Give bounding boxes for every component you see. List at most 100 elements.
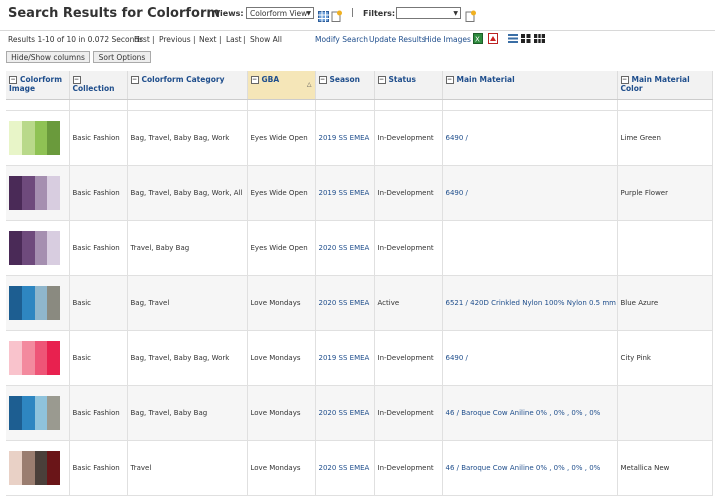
season-value[interactable]: 2019 SS EMEA [319, 354, 370, 362]
color-swatch [34, 176, 48, 210]
column-header-image[interactable]: − Colorform Image [6, 71, 70, 100]
table-row[interactable]: Basic Bag, Travel Love Mondays 2020 SS EMEA… [6, 275, 713, 331]
grid-view-icon[interactable] [318, 7, 329, 26]
column-header-status[interactable]: − Status [374, 71, 443, 100]
status-cell: In-Development [374, 330, 443, 386]
views-select[interactable]: Colorform View ▼ [246, 7, 314, 19]
collapse-icon[interactable]: − [9, 76, 17, 84]
excel-export-icon[interactable]: X [473, 33, 483, 46]
colorform-image-cell [6, 330, 70, 386]
material-value[interactable]: 6521 / 420D Crinkled Nylon 100% Nylon 0.… [446, 299, 617, 307]
table-row[interactable]: Basic Fashion Bag, Travel, Baby Bag, Work… [6, 165, 713, 221]
nav-pipe: | [152, 35, 155, 44]
gba-cell: Eyes Wide Open [247, 220, 316, 276]
material-value[interactable]: 6490 / [446, 134, 468, 142]
gba-cell: Eyes Wide Open [247, 110, 316, 166]
table-row[interactable]: Basic Fashion Travel, Baby Bag Eyes Wide O… [6, 220, 713, 276]
previous-link[interactable]: Previous [159, 35, 191, 44]
show-all-link[interactable]: Show All [250, 35, 282, 44]
color-swatch [21, 341, 35, 375]
column-header-label: Main Material [456, 75, 515, 84]
category-value: Bag, Travel, Baby Bag, Work, All [130, 189, 243, 197]
collapse-icon[interactable]: − [445, 76, 454, 84]
hide-images-link[interactable]: Hide Images [424, 35, 471, 44]
column-header-collection[interactable]: −Collection [69, 71, 128, 100]
grid-layout-icon[interactable] [534, 34, 545, 45]
season-value[interactable]: 2020 SS EMEA [319, 409, 370, 417]
color-swatch [47, 341, 60, 375]
collection-value: Basic Fashion [72, 409, 120, 417]
colorform-image[interactable] [9, 341, 60, 375]
column-header-material[interactable]: − Main Material [442, 71, 618, 100]
chevron-down-icon: ▼ [453, 10, 458, 17]
material-value[interactable]: 6490 / [446, 189, 468, 197]
material-color-value: Blue Azure [620, 299, 659, 307]
pdf-export-icon[interactable] [488, 33, 498, 46]
list-layout-icon[interactable] [508, 34, 518, 45]
column-header-season[interactable]: − Season [315, 71, 375, 100]
colorform-image[interactable] [9, 451, 60, 485]
colorform-image[interactable] [9, 286, 60, 320]
column-header-label: Status [388, 75, 416, 84]
filters-select[interactable]: ▼ [396, 7, 461, 19]
material-cell: 46 / Baroque Cow Aniline 0% , 0% , 0% , … [442, 385, 618, 441]
material-value[interactable]: 46 / Baroque Cow Aniline 0% , 0% , 0% , … [446, 409, 601, 417]
table-row[interactable]: Basic Fashion Bag, Travel, Baby Bag, Work… [6, 110, 713, 166]
color-swatch [9, 176, 22, 210]
new-view-icon[interactable] [331, 7, 342, 26]
colorform-image[interactable] [9, 176, 60, 210]
modify-search-link[interactable]: Modify Search [315, 35, 368, 44]
season-value[interactable]: 2020 SS EMEA [319, 464, 370, 472]
results-table: − Colorform Image −Collection − Colorform … [6, 71, 713, 496]
table-header-row: − Colorform Image −Collection − Colorform … [6, 71, 713, 100]
collapse-icon[interactable]: − [130, 76, 139, 84]
collection-value: Basic [72, 354, 92, 362]
collapse-icon[interactable]: − [72, 76, 81, 84]
hide-show-columns-button[interactable]: Hide/Show columns [6, 51, 90, 63]
category-cell: Bag, Travel [127, 275, 248, 331]
column-header-label: Main Material Color [620, 75, 690, 93]
color-swatch [34, 286, 48, 320]
season-value[interactable]: 2019 SS EMEA [319, 134, 370, 142]
sort-options-button[interactable]: Sort Options [93, 51, 151, 63]
status-value: In-Development [377, 244, 434, 252]
season-value[interactable]: 2019 SS EMEA [319, 189, 370, 197]
sort-ascending-icon[interactable]: △ [307, 81, 312, 88]
status-cell: In-Development [374, 220, 443, 276]
material-value[interactable]: 6490 / [446, 354, 468, 362]
collection-cell: Basic [69, 275, 128, 331]
update-results-link[interactable]: Update Results [369, 35, 426, 44]
season-value[interactable]: 2020 SS EMEA [319, 244, 370, 252]
status-value: In-Development [377, 409, 434, 417]
collapse-icon[interactable]: − [250, 76, 259, 84]
table-row[interactable]: Basic Fashion Bag, Travel, Baby Bag Love M… [6, 385, 713, 441]
thumbnail-layout-icon[interactable] [521, 34, 531, 45]
column-header-category[interactable]: − Colorform Category [127, 71, 248, 100]
collapse-icon[interactable]: − [377, 76, 386, 84]
new-filter-icon[interactable] [465, 7, 476, 26]
collection-cell: Basic [69, 330, 128, 386]
colorform-image[interactable] [9, 396, 60, 430]
colorform-image[interactable] [9, 121, 60, 155]
color-swatch [47, 396, 60, 430]
colorform-image[interactable] [9, 231, 60, 265]
season-value[interactable]: 2020 SS EMEA [319, 299, 370, 307]
gba-value: Love Mondays [250, 299, 301, 307]
color-swatch [34, 121, 48, 155]
category-cell: Bag, Travel, Baby Bag, Work [127, 110, 248, 166]
color-swatch [34, 341, 48, 375]
column-header-material-color[interactable]: − Main Material Color [617, 71, 713, 100]
table-row[interactable]: Basic Bag, Travel, Baby Bag, Work Love Mon… [6, 330, 713, 386]
next-link[interactable]: Next [199, 35, 216, 44]
first-link[interactable]: First [134, 35, 150, 44]
material-color-cell: Purple Flower [617, 165, 713, 221]
collapse-icon[interactable]: − [620, 76, 629, 84]
material-value[interactable]: 46 / Baroque Cow Aniline 0% , 0% , 0% , … [446, 464, 601, 472]
last-link[interactable]: Last [226, 35, 242, 44]
collection-cell: Basic Fashion [69, 440, 128, 496]
table-row[interactable]: Basic Fashion Travel Love Mondays 2020 SS E… [6, 440, 713, 496]
column-header-gba[interactable]: − GBA △ [247, 71, 316, 100]
colorform-image-cell [6, 275, 70, 331]
color-swatch [9, 286, 22, 320]
collapse-icon[interactable]: − [318, 76, 327, 84]
